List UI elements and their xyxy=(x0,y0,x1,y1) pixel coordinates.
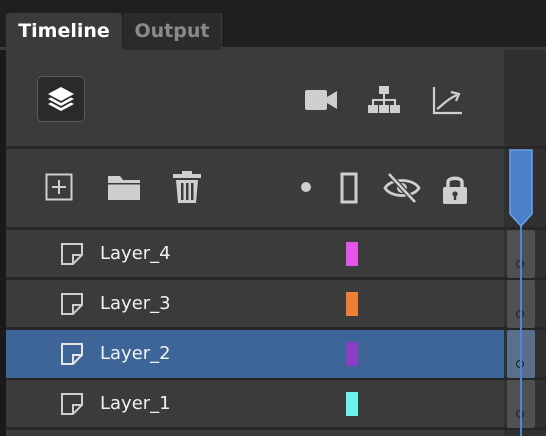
layer-icon xyxy=(60,392,84,416)
eye-hidden-icon[interactable] xyxy=(383,171,421,205)
dot-icon[interactable] xyxy=(298,179,314,195)
playhead-handle[interactable] xyxy=(508,148,534,228)
layer-row[interactable]: Layer_1 xyxy=(6,380,504,428)
layer-row-selected[interactable]: Layer_2 xyxy=(6,330,504,378)
layer-name: Layer_1 xyxy=(100,393,171,414)
panel-tab-bar: Timeline Output xyxy=(0,0,546,50)
tab-timeline[interactable]: Timeline xyxy=(6,13,122,50)
layer-icon xyxy=(60,342,84,366)
layer-icon xyxy=(60,292,84,316)
video-camera-icon[interactable] xyxy=(304,86,338,114)
hierarchy-icon[interactable] xyxy=(368,84,400,116)
graph-editor-icon[interactable] xyxy=(430,84,464,116)
layer-icon xyxy=(60,242,84,266)
layers-icon[interactable] xyxy=(37,76,85,122)
tab-output[interactable]: Output xyxy=(123,13,222,50)
folder-icon[interactable] xyxy=(106,172,142,202)
layer-row[interactable]: Layer_4 xyxy=(6,230,504,278)
outline-icon[interactable] xyxy=(338,171,360,205)
layer-name: Layer_4 xyxy=(100,243,171,264)
layer-color-swatch[interactable] xyxy=(346,392,358,416)
layer-row[interactable]: Layer_3 xyxy=(6,280,504,328)
layer-name: Layer_3 xyxy=(100,293,171,314)
trash-icon[interactable] xyxy=(172,170,202,204)
layer-name: Layer_2 xyxy=(100,343,171,364)
layer-color-swatch[interactable] xyxy=(346,242,358,266)
layer-color-swatch[interactable] xyxy=(346,292,358,316)
lock-icon[interactable] xyxy=(440,172,470,206)
layer-color-swatch[interactable] xyxy=(346,342,358,366)
toolbar-divider xyxy=(6,146,546,149)
add-layer-icon[interactable] xyxy=(45,173,73,201)
